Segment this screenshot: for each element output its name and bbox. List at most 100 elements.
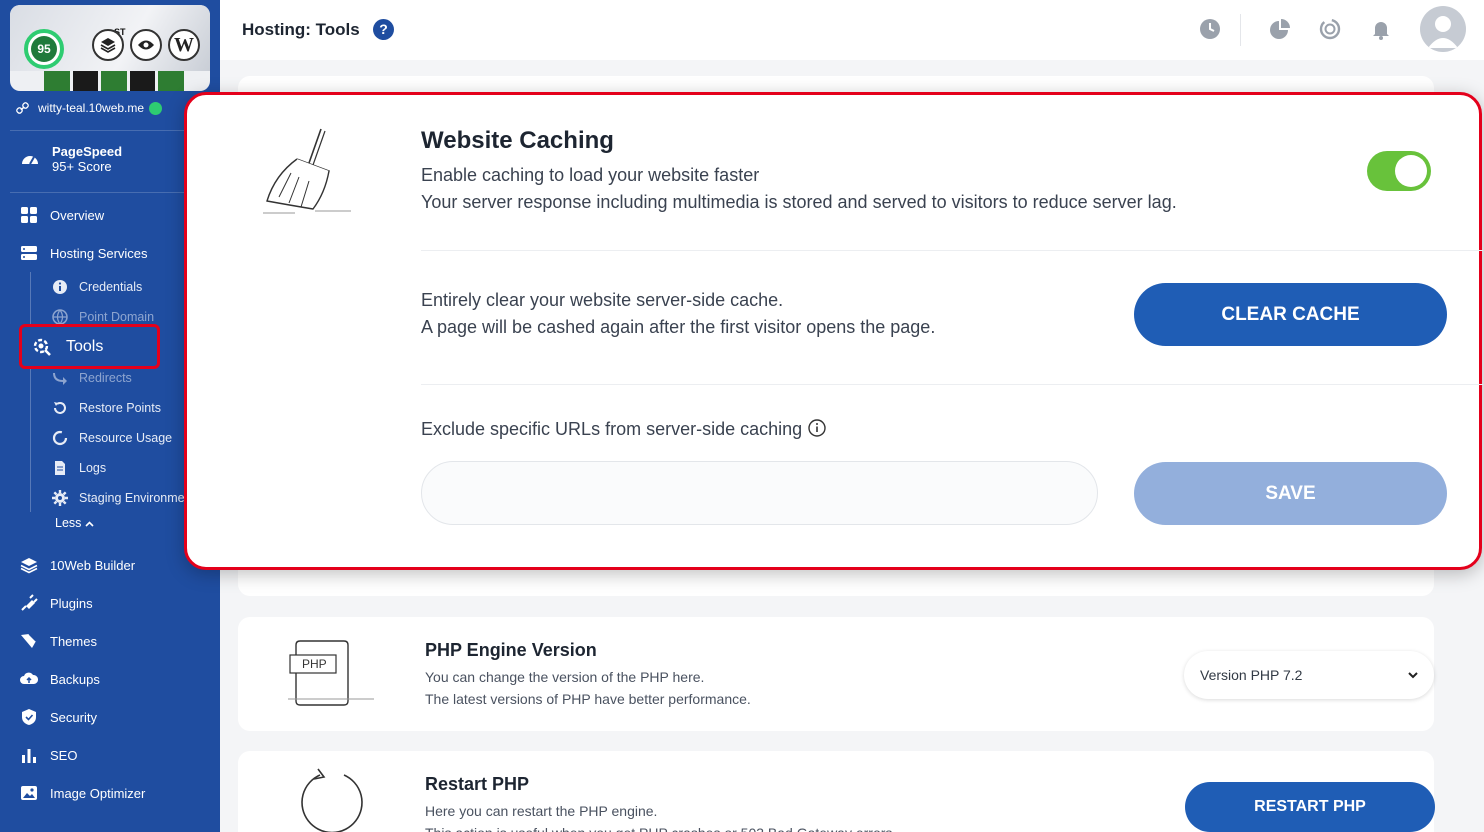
sidebar-item-backups[interactable]: Backups <box>20 670 100 688</box>
php-icon-label: PHP <box>302 657 327 671</box>
sidebar-subitem-staging[interactable]: Staging Environme <box>52 490 185 506</box>
sidebar-item-security[interactable]: Security <box>20 708 97 726</box>
sidebar-item-label: Backups <box>50 671 100 687</box>
chevron-up-icon <box>85 521 94 527</box>
caching-toggle[interactable] <box>1367 151 1431 191</box>
info-icon[interactable] <box>808 419 826 437</box>
restart-title: Restart PHP <box>425 774 530 794</box>
save-button[interactable]: SAVE <box>1134 462 1447 525</box>
sidebar-subitem-tools[interactable]: Tools <box>19 324 160 369</box>
website-caching-panel: Website Caching Enable caching to load y… <box>184 92 1483 570</box>
exclude-urls-text: Exclude specific URLs from server-side c… <box>421 419 803 439</box>
tools-label: Tools <box>66 337 104 355</box>
sidebar-subitem-label: Restore Points <box>79 401 161 415</box>
pagespeed-subtitle: 95+ Score <box>52 159 112 174</box>
help-icon[interactable]: ? <box>373 19 394 40</box>
cloud-upload-icon <box>20 672 38 684</box>
sidebar-item-seo[interactable]: SEO <box>20 746 77 764</box>
wordpress-icon[interactable]: W <box>168 29 200 61</box>
sidebar-subitem-point-domain[interactable]: Point Domain <box>52 309 154 325</box>
sidebar-item-label: Image Optimizer <box>50 785 146 801</box>
redirect-icon <box>53 373 67 385</box>
clear-cache-line1: Entirely clear your website server-side … <box>421 290 784 310</box>
site-preview-strip <box>44 71 184 91</box>
sidebar-item-hosting-services[interactable]: Hosting Services <box>20 244 148 262</box>
restart-line2: This action is useful when you get PHP c… <box>425 822 896 832</box>
brush-icon <box>21 633 37 648</box>
toggle-knob <box>1395 155 1427 187</box>
php-line1: You can change the version of the PHP he… <box>425 669 705 685</box>
sidebar-subitem-logs[interactable]: Logs <box>52 460 106 476</box>
layers-icon <box>20 558 38 574</box>
page-title: Hosting: Tools <box>242 20 360 39</box>
site-domain-link[interactable]: witty-teal.10web.me <box>16 101 163 115</box>
sidebar-item-label: 10Web Builder <box>50 557 136 573</box>
grid-icon <box>21 207 37 223</box>
php-line2: The latest versions of PHP have better p… <box>425 691 751 707</box>
eye-icon[interactable] <box>130 29 162 61</box>
sidebar-divider <box>10 192 210 193</box>
sidebar-subitem-redirects[interactable]: Redirects <box>52 370 132 386</box>
restart-icon <box>301 768 363 832</box>
sidebar-subitem-label: Logs <box>79 461 107 475</box>
sidebar-item-10web-builder[interactable]: 10Web Builder <box>20 556 135 574</box>
sidebar-subitem-label: Staging Environme <box>79 491 185 505</box>
php-title: PHP Engine Version <box>425 640 597 660</box>
section-divider <box>421 384 1483 385</box>
header-divider <box>1240 14 1241 46</box>
info-circle-icon <box>53 280 67 294</box>
resource-gauge-icon <box>52 430 68 446</box>
speedometer-icon <box>22 156 38 165</box>
sidebar-item-label: Plugins <box>50 595 93 611</box>
tools-gear-icon <box>33 338 51 356</box>
sidebar-item-overview[interactable]: Overview <box>20 206 104 224</box>
sidebar-item-label: SEO <box>50 747 78 763</box>
site-thumbnail[interactable]: ST 95 W <box>10 5 210 91</box>
sidebar-item-label: Security <box>50 709 97 725</box>
sidebar-item-plugins[interactable]: Plugins <box>20 594 93 612</box>
sidebar-subitem-credentials[interactable]: Credentials <box>52 279 142 295</box>
sidebar-less-toggle[interactable]: Less <box>55 516 94 530</box>
user-avatar[interactable] <box>1420 6 1466 52</box>
php-version-select[interactable]: Version PHP 7.2 <box>1184 651 1434 699</box>
restart-line1: Here you can restart the PHP engine. <box>425 803 658 819</box>
globe-icon <box>52 309 68 325</box>
sidebar-item-label: Hosting Services <box>50 245 148 261</box>
caching-title: Website Caching <box>421 127 614 154</box>
pagespeed-title: PageSpeed <box>52 144 123 159</box>
php-engine-card: PHP PHP Engine Version You can change th… <box>238 617 1434 731</box>
layers-icon[interactable] <box>92 29 124 61</box>
sidebar-item-pagespeed[interactable]: PageSpeed 95+ Score <box>20 144 122 174</box>
restore-icon <box>54 402 66 414</box>
sidebar-item-label: Themes <box>50 633 97 649</box>
clear-cache-button[interactable]: CLEAR CACHE <box>1134 283 1447 346</box>
php-version-value: Version PHP 7.2 <box>1200 667 1303 683</box>
site-domain-text: witty-teal.10web.me <box>38 101 145 115</box>
bar-chart-icon <box>22 749 36 763</box>
caching-line2: Your server response including multimedi… <box>421 192 1177 212</box>
pagespeed-score-value: 95 <box>31 36 57 62</box>
chevron-down-icon <box>1408 671 1418 678</box>
sidebar-subitem-resource-usage[interactable]: Resource Usage <box>52 430 172 446</box>
sidebar-subitem-label: Credentials <box>79 280 143 294</box>
sidebar-divider <box>10 130 210 131</box>
clear-cache-line2: A page will be cashed again after the fi… <box>421 317 936 337</box>
restart-php-button[interactable]: RESTART PHP <box>1185 782 1435 832</box>
sidebar-subitem-restore-points[interactable]: Restore Points <box>52 400 161 416</box>
file-icon <box>55 461 65 475</box>
broom-icon <box>263 128 351 214</box>
sidebar-item-themes[interactable]: Themes <box>20 632 97 650</box>
sidebar-subitem-label: Point Domain <box>79 310 155 324</box>
tree-line <box>30 272 31 512</box>
bell-icon[interactable] <box>1370 18 1392 40</box>
pie-chart-icon[interactable] <box>1269 18 1291 40</box>
exclude-urls-input[interactable] <box>421 461 1098 525</box>
gear-icon <box>52 490 68 506</box>
image-icon <box>21 786 37 800</box>
speed-gauge-icon[interactable] <box>1319 18 1341 40</box>
less-label: Less <box>55 516 82 530</box>
sidebar-item-image-optimizer[interactable]: Image Optimizer <box>20 784 145 802</box>
section-divider <box>421 250 1483 251</box>
clock-icon[interactable] <box>1199 18 1221 40</box>
link-icon <box>16 101 29 114</box>
